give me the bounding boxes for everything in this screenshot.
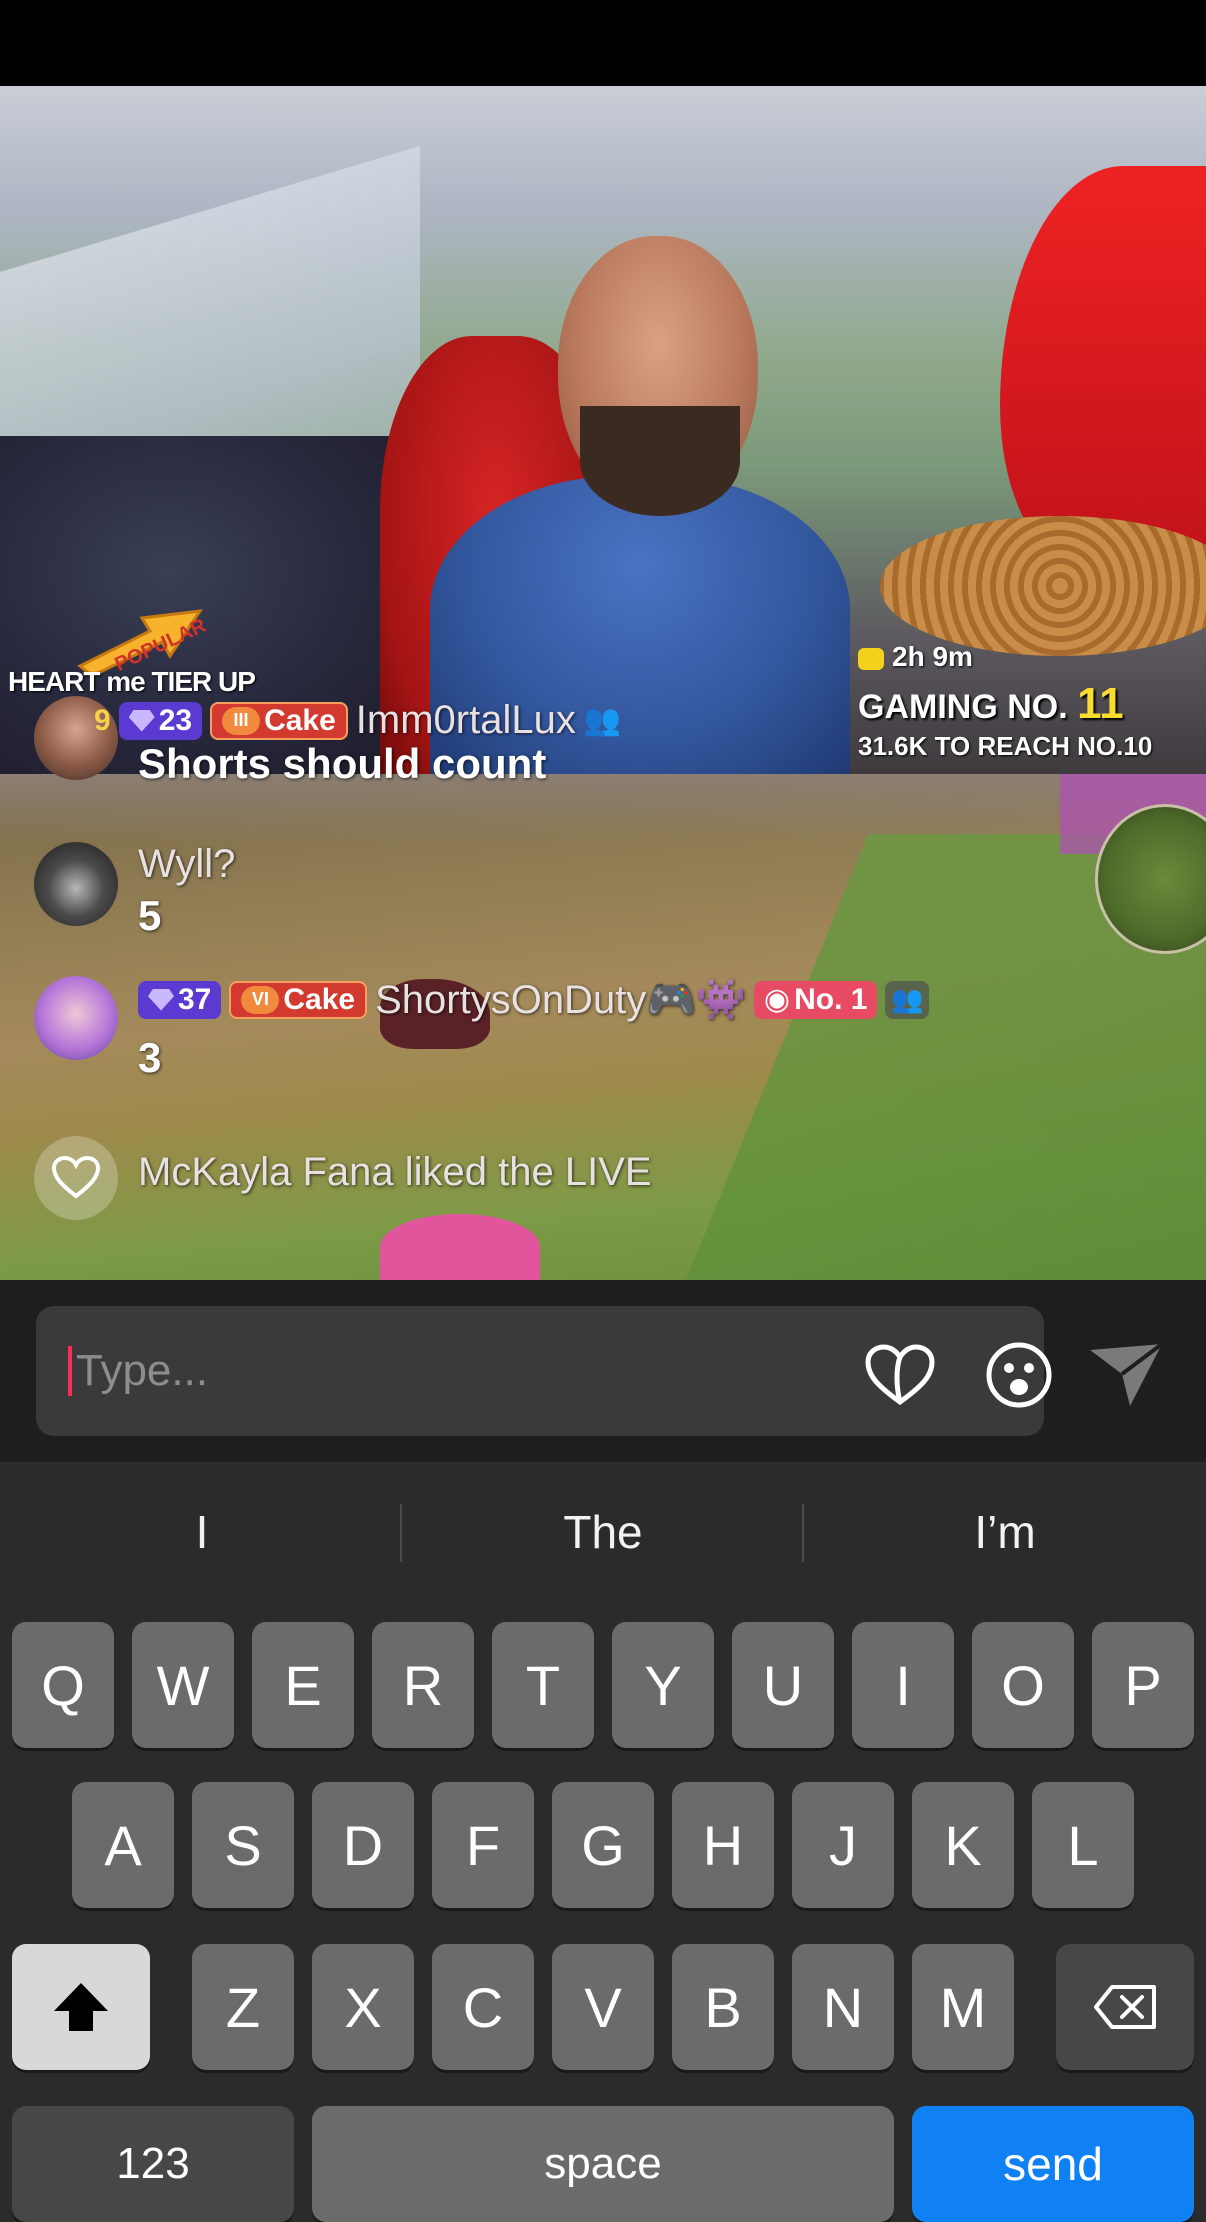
shift-key[interactable] <box>12 1944 150 2070</box>
tier-up-label: HEART me TIER UP <box>8 666 256 697</box>
key-v[interactable]: V <box>552 1944 654 2070</box>
key-l[interactable]: L <box>1032 1782 1134 1908</box>
numbers-key[interactable]: 123 <box>12 2106 294 2222</box>
key-s[interactable]: S <box>192 1782 294 1908</box>
chat-text: 3 <box>138 1034 162 1081</box>
heart-tier-icon: VI <box>241 985 280 1014</box>
suggestion-2[interactable]: The <box>403 1492 803 1572</box>
delete-key[interactable] <box>1056 1944 1194 2070</box>
key-q[interactable]: Q <box>12 1622 114 1748</box>
key-h[interactable]: H <box>672 1782 774 1908</box>
comment-input[interactable]: Type... <box>36 1306 1052 1436</box>
medal-icon: ◉ <box>763 983 791 1016</box>
key-j[interactable]: J <box>792 1782 894 1908</box>
space-key[interactable]: space <box>312 2106 894 2222</box>
key-o[interactable]: O <box>972 1622 1074 1748</box>
cake-badge: VI Cake <box>229 980 368 1019</box>
heart-tier-icon: III <box>222 706 261 735</box>
gamer-avatar[interactable] <box>34 842 118 926</box>
chat-text: Shorts should count <box>138 740 547 787</box>
key-w[interactable]: W <box>132 1622 234 1748</box>
predictive-bar: I The I’m <box>0 1492 1206 1572</box>
chat-username[interactable]: ShortysOnDuty🎮👾 <box>375 976 746 1023</box>
key-u[interactable]: U <box>732 1622 834 1748</box>
cake-badge: III Cake <box>210 701 348 740</box>
live-timer: 2h 9m <box>858 641 973 673</box>
send-arrow-icon[interactable] <box>1086 1340 1166 1410</box>
diamond-icon <box>128 709 155 732</box>
chat-message: 37 VI Cake ShortysOnDuty🎮👾 ◉ No. 1 👥 3 <box>34 976 1206 1106</box>
pink-hair-avatar[interactable] <box>34 976 118 1060</box>
key-e[interactable]: E <box>252 1622 354 1748</box>
diamond-icon <box>148 988 174 1011</box>
text-caret <box>68 1346 72 1396</box>
key-t[interactable]: T <box>492 1622 594 1748</box>
key-y[interactable]: Y <box>612 1622 714 1748</box>
key-c[interactable]: C <box>432 1944 534 2070</box>
key-a[interactable]: A <box>72 1782 174 1908</box>
key-i[interactable]: I <box>852 1622 954 1748</box>
partial-badge-text: 9 <box>94 703 111 737</box>
key-n[interactable]: N <box>792 1944 894 2070</box>
shift-arrow-icon <box>54 1983 108 2031</box>
suggestion-3[interactable]: I’m <box>805 1492 1205 1572</box>
split-heart-icon[interactable] <box>862 1342 938 1408</box>
level-badge: 37 <box>138 980 222 1019</box>
send-key[interactable]: send <box>912 2106 1194 2222</box>
chat-message: Wyll? 5 <box>34 842 1206 952</box>
like-notice: McKayla Fana liked the LIVE <box>34 1136 1206 1226</box>
follow-user-icon[interactable]: 👥 <box>885 980 930 1019</box>
like-notice-text: McKayla Fana liked the LIVE <box>138 1150 652 1194</box>
key-z[interactable]: Z <box>192 1944 294 2070</box>
popular-arrow-icon: POPULAR <box>77 609 210 676</box>
comment-placeholder: Type... <box>76 1346 209 1395</box>
chat-text: 5 <box>138 892 162 939</box>
key-x[interactable]: X <box>312 1944 414 2070</box>
follow-user-icon[interactable]: 👥 <box>584 703 621 738</box>
key-g[interactable]: G <box>552 1782 654 1908</box>
controller-icon <box>858 647 884 670</box>
backspace-icon <box>1094 1985 1156 2029</box>
key-f[interactable]: F <box>432 1782 534 1908</box>
key-d[interactable]: D <box>312 1782 414 1908</box>
keyboard: I The I’m Q W E R T Y U I O P A S D F G … <box>0 1462 1206 2222</box>
key-m[interactable]: M <box>912 1944 1014 2070</box>
suggestion-1[interactable]: I <box>2 1492 402 1572</box>
key-k[interactable]: K <box>912 1782 1014 1908</box>
chat-message: 9 23 III Cake Imm0rtalLux 👥 Shorts should… <box>34 696 1206 806</box>
emoji-icon[interactable] <box>984 1340 1054 1410</box>
key-p[interactable]: P <box>1092 1622 1194 1748</box>
comment-bar: Type... <box>0 1280 1206 1462</box>
live-video[interactable]: POPULAR HEART me TIER UP 2h 9m GAMING NO… <box>0 86 1206 1280</box>
heart-icon <box>34 1136 118 1220</box>
rank-badge: ◉ No. 1 <box>753 980 878 1019</box>
key-r[interactable]: R <box>372 1622 474 1748</box>
chat-username[interactable]: Wyll? <box>138 842 235 887</box>
key-b[interactable]: B <box>672 1944 774 2070</box>
level-badge: 23 <box>118 701 203 740</box>
chat-username[interactable]: Imm0rtalLux <box>356 698 576 743</box>
